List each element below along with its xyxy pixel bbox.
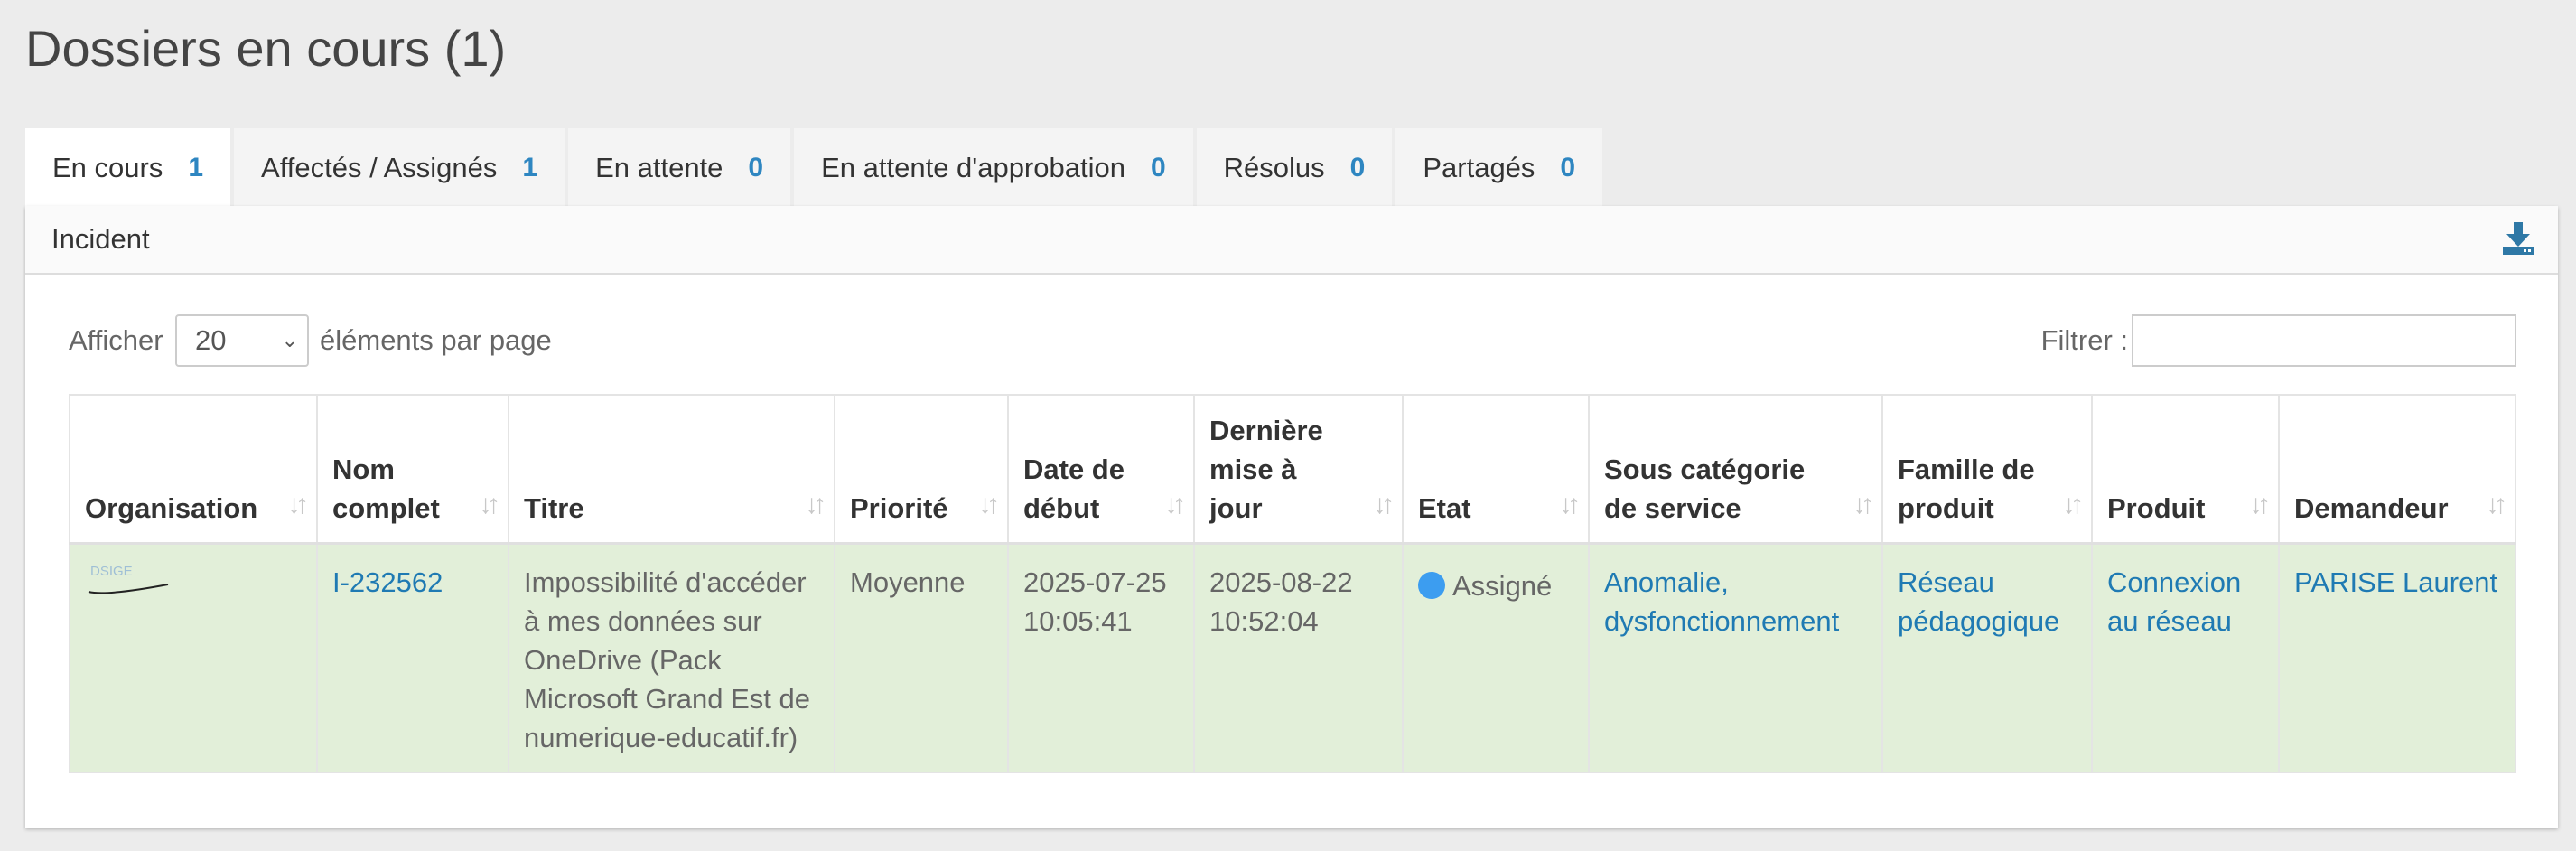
filter-input[interactable] [2132, 314, 2516, 367]
panel-header: Incident [25, 206, 2558, 275]
column-header-produit[interactable]: Produit ↓↑ [2091, 394, 2280, 545]
tab-bar: En cours 1 Affectés / Assignés 1 En atte… [25, 128, 1606, 208]
cell-date-debut: 2025-07-25 10:05:41 [1007, 542, 1195, 773]
page-title: Dossiers en cours (1) [25, 20, 507, 77]
column-header-famille[interactable]: Famille de produit ↓↑ [1881, 394, 2093, 545]
column-header-label: Dernière mise à jour [1209, 414, 1323, 524]
table-header-row: Organisation ↓↑ Nom complet ↓↑ Titre ↓↑ Pri… [69, 394, 2516, 545]
sort-icon: ↓↑ [479, 489, 500, 519]
tab-en-attente-approbation[interactable]: En attente d'approbation 0 [794, 128, 1193, 208]
tab-affectes-assignes[interactable]: Affectés / Assignés 1 [234, 128, 565, 208]
tickets-panel: Incident Afficher 20 ⌄ éléments par page… [25, 206, 2558, 828]
chevron-down-icon: ⌄ [281, 329, 298, 351]
sort-icon: ↓↑ [1164, 489, 1186, 519]
column-header-label: Sous catégorie de service [1604, 453, 1806, 524]
organisation-logo-text: DSIGE [90, 564, 133, 579]
column-header-date-debut[interactable]: Date de début ↓↑ [1007, 394, 1195, 545]
cell-derniere-maj: 2025-08-22 10:52:04 [1193, 542, 1404, 773]
demandeur-link[interactable]: PARISE Laurent [2294, 566, 2497, 598]
sort-icon: ↓↑ [1559, 489, 1581, 519]
column-header-label: Priorité [850, 491, 948, 524]
organisation-logo: DSIGE [88, 564, 169, 594]
tab-count: 0 [1349, 153, 1366, 182]
tab-label: En attente d'approbation [821, 152, 1125, 183]
status-text: Assigné [1452, 569, 1553, 602]
column-header-label: Famille de produit [1898, 453, 2035, 524]
sort-icon: ↓↑ [287, 489, 309, 519]
panel-header-label: Incident [51, 223, 150, 255]
sort-icon: ↓↑ [805, 489, 826, 519]
per-page-label: éléments par page [320, 324, 552, 356]
column-header-label: Etat [1418, 491, 1471, 524]
column-header-priorite[interactable]: Priorité ↓↑ [834, 394, 1009, 545]
column-header-label: Nom complet [332, 453, 440, 524]
cell-titre: Impossibilité d'accéder à mes données su… [508, 542, 835, 773]
column-header-nom-complet[interactable]: Nom complet ↓↑ [316, 394, 509, 545]
show-label: Afficher [69, 324, 163, 356]
tab-count: 0 [1560, 153, 1576, 182]
tab-count: 0 [1150, 153, 1166, 182]
sort-icon: ↓↑ [1853, 489, 1874, 519]
tab-en-attente[interactable]: En attente 0 [568, 128, 791, 208]
sort-icon: ↓↑ [2486, 489, 2507, 519]
column-header-label: Titre [524, 491, 584, 524]
cell-famille: Réseau pédagogique [1881, 542, 2093, 773]
column-header-label: Demandeur [2294, 491, 2449, 524]
tickets-table: Organisation ↓↑ Nom complet ↓↑ Titre ↓↑ Pri… [69, 394, 2516, 773]
column-header-derniere-maj[interactable]: Dernière mise à jour ↓↑ [1193, 394, 1404, 545]
page-size-select[interactable]: 20 ⌄ [175, 314, 309, 367]
tab-count: 1 [522, 153, 538, 182]
ticket-id-link[interactable]: I-232562 [332, 566, 443, 598]
download-icon[interactable] [2500, 220, 2536, 257]
tab-partages[interactable]: Partagés 0 [1395, 128, 1603, 208]
cell-nom-complet: I-232562 [316, 542, 509, 773]
tab-en-cours[interactable]: En cours 1 [25, 128, 231, 208]
tab-label: En attente [595, 152, 723, 183]
filter-label: Filtrer : [2040, 324, 2128, 356]
tab-label: En cours [52, 152, 163, 183]
column-header-label: Date de début [1023, 453, 1125, 524]
sort-icon: ↓↑ [1373, 489, 1395, 519]
tab-label: Affectés / Assignés [261, 152, 498, 183]
cell-priorite: Moyenne [834, 542, 1009, 773]
page-size-value: 20 [195, 324, 227, 356]
tab-label: Partagés [1423, 152, 1535, 183]
tab-count: 0 [748, 153, 764, 182]
famille-link[interactable]: Réseau pédagogique [1898, 566, 2059, 637]
tab-label: Résolus [1223, 152, 1325, 183]
produit-link[interactable]: Connexion au réseau [2107, 566, 2241, 637]
cell-produit: Connexion au réseau [2091, 542, 2280, 773]
cell-demandeur: PARISE Laurent [2278, 542, 2516, 773]
column-header-label: Produit [2107, 491, 2206, 524]
column-header-sous-categorie[interactable]: Sous catégorie de service ↓↑ [1588, 394, 1883, 545]
table-controls: Afficher 20 ⌄ éléments par page Filtrer … [69, 314, 2516, 367]
column-header-label: Organisation [85, 491, 258, 524]
status-dot-icon [1418, 571, 1445, 599]
column-header-organisation[interactable]: Organisation ↓↑ [69, 394, 318, 545]
column-header-demandeur[interactable]: Demandeur ↓↑ [2278, 394, 2516, 545]
tab-resolus[interactable]: Résolus 0 [1196, 128, 1393, 208]
column-header-titre[interactable]: Titre ↓↑ [508, 394, 835, 545]
sort-icon: ↓↑ [2249, 489, 2271, 519]
sort-icon: ↓↑ [978, 489, 1000, 519]
table-row[interactable]: DSIGE I-232562 Impossibilité d'accéder à… [69, 542, 2516, 773]
column-header-etat[interactable]: Etat ↓↑ [1402, 394, 1590, 545]
cell-organisation: DSIGE [69, 542, 318, 773]
cell-sous-categorie: Anomalie, dysfonctionnement [1588, 542, 1883, 773]
sous-categorie-link[interactable]: Anomalie, dysfonctionnement [1604, 566, 1839, 637]
tab-count: 1 [188, 153, 204, 182]
sort-icon: ↓↑ [2062, 489, 2084, 519]
cell-etat: Assigné [1402, 542, 1590, 773]
